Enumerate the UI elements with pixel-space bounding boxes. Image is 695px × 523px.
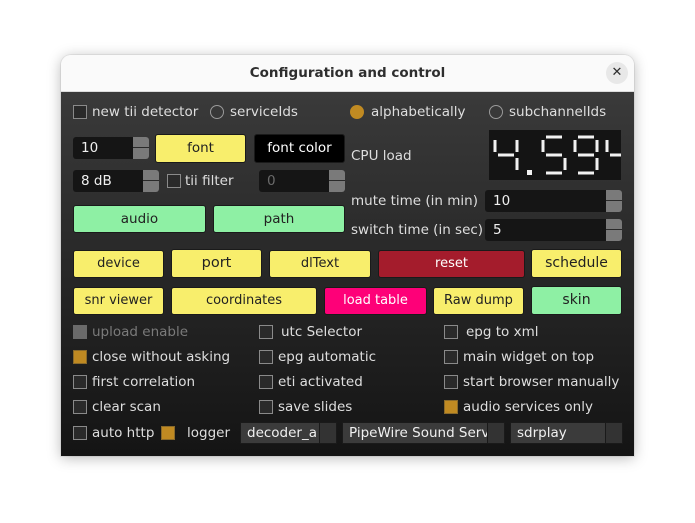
logger-label: logger (187, 425, 231, 441)
load-table-button[interactable]: load table (324, 287, 427, 315)
config-window: Configuration and control ✕ new tii dete… (61, 55, 634, 456)
epg-to-xml-label: epg to xml (466, 324, 539, 340)
threshold-spinbox[interactable]: 8 dB (73, 170, 159, 192)
tii-filter-label: tii filter (185, 173, 234, 189)
path-button[interactable]: path (213, 205, 345, 233)
start-browser-manually-label: start browser manually (463, 374, 620, 390)
utc-selector-label: utc Selector (281, 324, 363, 340)
device-select[interactable]: sdrplay (510, 422, 623, 444)
radio-serviceids[interactable] (210, 105, 224, 119)
cpu-load-label: CPU load (351, 148, 412, 164)
logger-checkbox[interactable] (161, 426, 175, 440)
dropdown-arrow-icon[interactable] (487, 423, 504, 443)
font-size-value: 10 (81, 140, 99, 156)
decoder-select-value: decoder_a (247, 425, 318, 441)
start-browser-manually-checkbox[interactable] (444, 375, 458, 389)
coordinates-button[interactable]: coordinates (171, 287, 317, 315)
eti-activated-label: eti activated (278, 374, 363, 390)
switch-time-spinbox[interactable]: 5 (485, 219, 622, 241)
lcd-digit (605, 140, 621, 157)
close-without-asking-label: close without asking (92, 349, 231, 365)
device-button[interactable]: device (73, 250, 164, 278)
spin-arrows-icon[interactable] (133, 137, 149, 159)
epg-to-xml-checkbox[interactable] (444, 325, 458, 339)
cpu-load-display (489, 130, 621, 180)
raw-dump-button[interactable]: Raw dump (433, 287, 524, 315)
upload-enable-checkbox[interactable] (73, 325, 87, 339)
skin-button[interactable]: skin (531, 286, 622, 315)
tii-filter-checkbox[interactable] (167, 174, 181, 188)
new-tii-detector-checkbox[interactable] (73, 105, 87, 119)
radio-serviceids-label: serviceIds (230, 104, 298, 120)
clear-scan-checkbox[interactable] (73, 400, 87, 414)
content-panel: new tii detector serviceIds alphabetical… (61, 92, 634, 456)
save-slides-checkbox[interactable] (259, 400, 273, 414)
audio-output-select[interactable]: PipeWire Sound Serv (342, 422, 505, 444)
upload-enable-label: upload enable (92, 324, 189, 340)
main-widget-on-top-label: main widget on top (463, 349, 595, 365)
switch-time-value: 5 (493, 222, 502, 238)
font-size-spinbox[interactable]: 10 (73, 137, 149, 159)
lcd-digit (573, 135, 599, 175)
close-button[interactable]: ✕ (606, 62, 628, 84)
decoder-select[interactable]: decoder_a (240, 422, 337, 444)
new-tii-detector-label: new tii detector (92, 104, 199, 120)
clear-scan-label: clear scan (92, 399, 161, 415)
audio-output-select-value: PipeWire Sound Serv (349, 425, 487, 441)
font-button[interactable]: font (155, 134, 246, 163)
close-x-icon: ✕ (611, 65, 623, 80)
auto-http-checkbox[interactable] (73, 426, 87, 440)
audio-button[interactable]: audio (73, 205, 206, 233)
dropdown-arrow-icon[interactable] (605, 423, 622, 443)
spin-arrows-icon[interactable] (329, 170, 345, 192)
dropdown-arrow-icon[interactable] (319, 423, 336, 443)
title-bar: Configuration and control ✕ (61, 55, 634, 92)
epg-automatic-label: epg automatic (278, 349, 377, 365)
radio-subchannelids[interactable] (489, 105, 503, 119)
tii-filter-spinbox[interactable]: 0 (259, 170, 345, 192)
tii-filter-value: 0 (267, 173, 276, 189)
lcd-digit (541, 135, 567, 175)
first-correlation-checkbox[interactable] (73, 375, 87, 389)
lcd-digit (493, 140, 519, 170)
spin-arrows-icon[interactable] (606, 190, 622, 212)
reset-button[interactable]: reset (378, 250, 525, 278)
port-button[interactable]: port (171, 249, 262, 278)
mute-time-value: 10 (493, 193, 511, 209)
dltext-button[interactable]: dlText (269, 250, 371, 278)
audio-services-only-label: audio services only (463, 399, 593, 415)
mute-time-spinbox[interactable]: 10 (485, 190, 622, 212)
window-title: Configuration and control (249, 65, 446, 81)
utc-selector-checkbox[interactable] (259, 325, 273, 339)
epg-automatic-checkbox[interactable] (259, 350, 273, 364)
auto-http-label: auto http (92, 425, 155, 441)
spin-arrows-icon[interactable] (606, 219, 622, 241)
mute-time-label: mute time (in min) (351, 193, 478, 209)
snr-viewer-button[interactable]: snr viewer (73, 287, 164, 315)
threshold-value: 8 dB (81, 173, 112, 189)
eti-activated-checkbox[interactable] (259, 375, 273, 389)
schedule-button[interactable]: schedule (531, 249, 622, 278)
lcd-digits (493, 135, 621, 175)
audio-services-only-checkbox[interactable] (444, 400, 458, 414)
radio-alphabetically[interactable] (350, 105, 364, 119)
switch-time-label: switch time (in sec) (351, 222, 484, 238)
save-slides-label: save slides (278, 399, 353, 415)
first-correlation-label: first correlation (92, 374, 196, 390)
spin-arrows-icon[interactable] (143, 170, 159, 192)
radio-alphabetically-label: alphabetically (371, 104, 466, 120)
lcd-decimal-point (527, 170, 532, 175)
font-color-button[interactable]: font color (254, 134, 345, 163)
main-widget-on-top-checkbox[interactable] (444, 350, 458, 364)
device-select-value: sdrplay (517, 425, 567, 441)
close-without-asking-checkbox[interactable] (73, 350, 87, 364)
radio-subchannelids-label: subchannelIds (509, 104, 607, 120)
